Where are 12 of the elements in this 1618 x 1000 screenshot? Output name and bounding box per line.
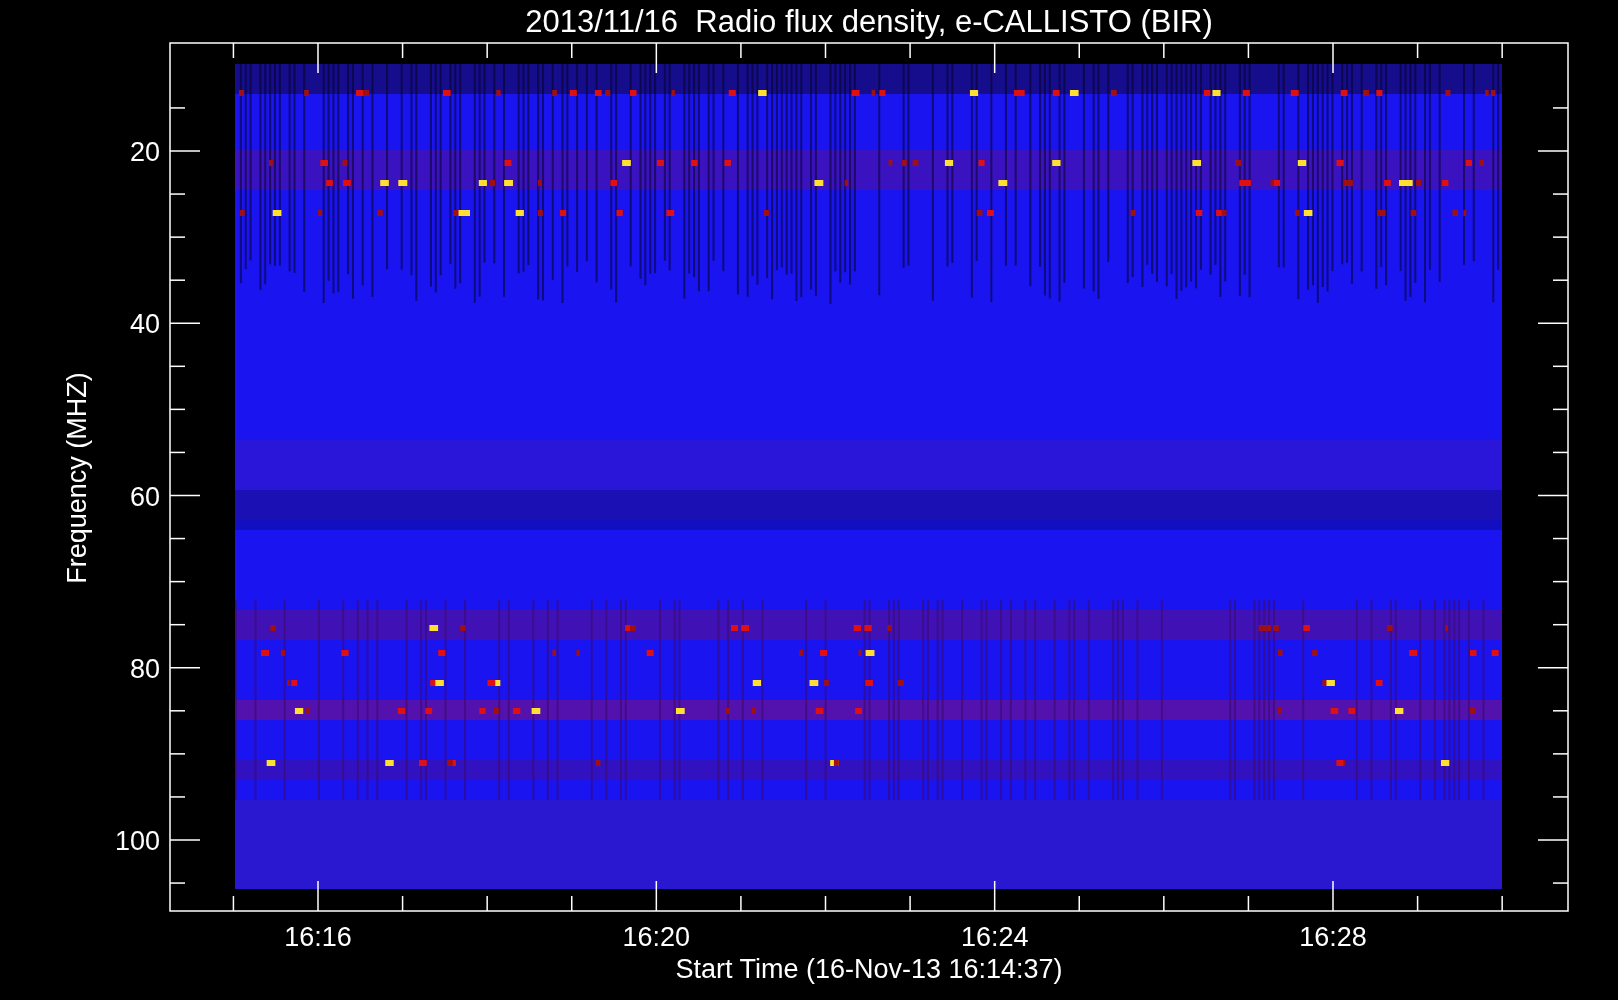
y-tick-label: 60 <box>129 481 160 512</box>
plot-title: 2013/11/16 Radio flux density, e-CALLISTO (BIR) <box>525 4 1213 39</box>
x-tick-label: 16:24 <box>960 922 1029 952</box>
y-tick-label: 100 <box>114 826 160 856</box>
y-tick-label: 80 <box>129 653 160 684</box>
y-axis-label: Frequency (MHZ) <box>62 372 92 584</box>
y-tick-label: 20 <box>129 137 160 167</box>
x-axis-label: Start Time (16-Nov-13 16:14:37) <box>675 954 1063 984</box>
x-tick-label: 16:20 <box>622 922 691 952</box>
x-tick-label: 16:16 <box>284 922 352 952</box>
x-tick-label: 16:28 <box>1299 922 1367 952</box>
y-tick-label: 40 <box>129 309 160 340</box>
